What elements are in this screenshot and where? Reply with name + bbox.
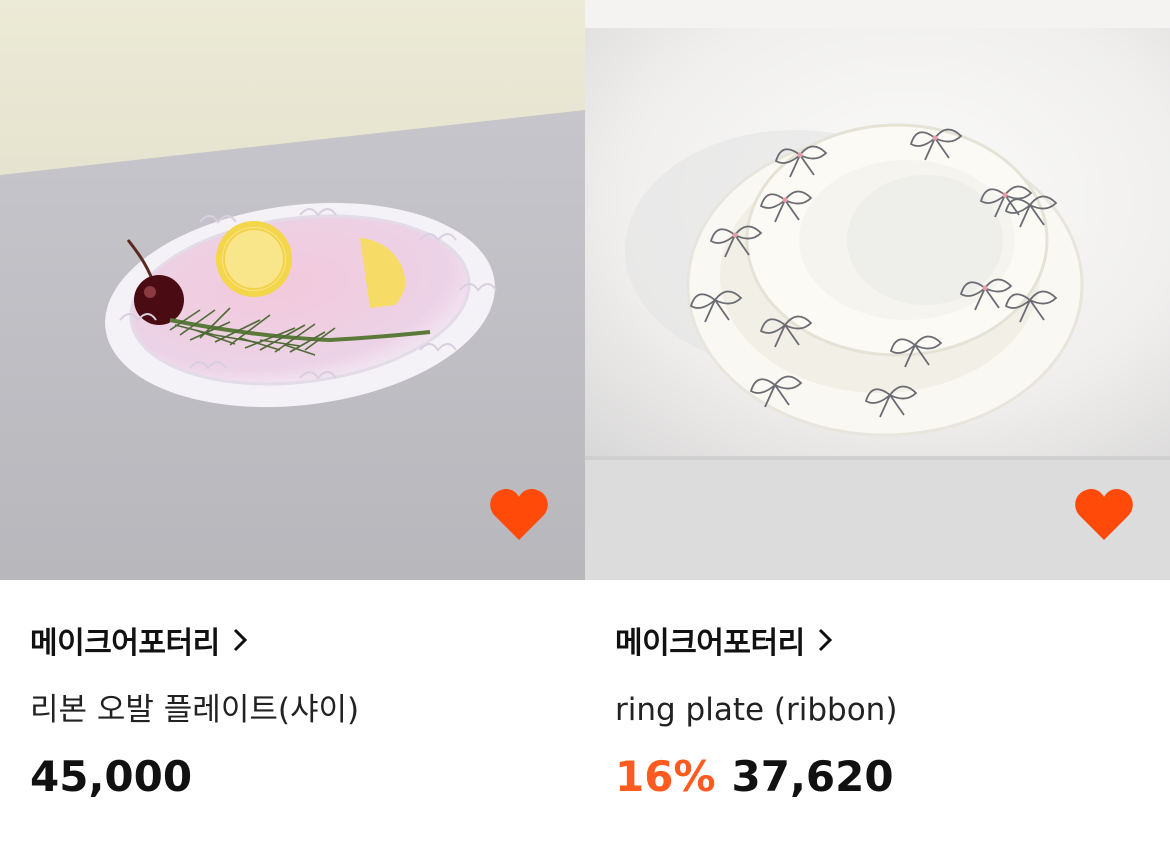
product-title[interactable]: 리본 오발 플레이트(샤이) [30,690,585,730]
chevron-right-icon [233,628,247,652]
product-card[interactable]: 메이크어포터리 리본 오발 플레이트(샤이) 45,000 [0,0,585,801]
product-image[interactable] [585,0,1170,580]
product-info: 메이크어포터리 리본 오발 플레이트(샤이) 45,000 [0,580,585,801]
heart-icon[interactable] [489,486,549,542]
discount-rate: 16% [615,752,716,801]
product-title[interactable]: ring plate (ribbon) [615,690,1170,730]
product-price: 37,620 [731,752,894,801]
product-image[interactable] [0,0,585,580]
product-info: 메이크어포터리 ring plate (ribbon) 16% 37,620 [585,580,1170,801]
product-grid: 메이크어포터리 리본 오발 플레이트(샤이) 45,000 메이크어포터리 ri… [0,0,1170,801]
brand-name: 메이크어포터리 [30,626,220,661]
price-row: 45,000 [30,752,585,801]
product-price: 45,000 [30,752,193,801]
product-card[interactable]: 메이크어포터리 ring plate (ribbon) 16% 37,620 [585,0,1170,801]
chevron-right-icon [818,628,832,652]
brand-name: 메이크어포터리 [615,626,805,661]
brand-link[interactable]: 메이크어포터리 [30,620,585,661]
heart-icon[interactable] [1074,486,1134,542]
price-row: 16% 37,620 [615,752,1170,801]
brand-link[interactable]: 메이크어포터리 [615,620,1170,661]
